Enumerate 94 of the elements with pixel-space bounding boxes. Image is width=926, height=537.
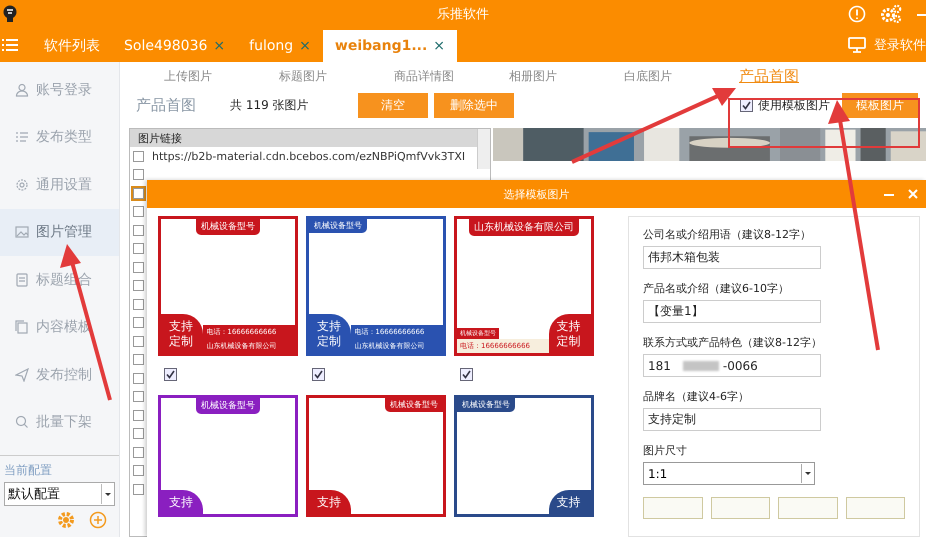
info-icon[interactable] bbox=[848, 4, 866, 22]
template-thumbnail[interactable]: 机械设备型号 支持 bbox=[158, 395, 298, 517]
template-tag: 机械设备型号 bbox=[196, 398, 260, 414]
panel-button[interactable] bbox=[778, 497, 838, 519]
scrollbar[interactable] bbox=[477, 129, 490, 169]
template-badge: 支持定制 bbox=[161, 314, 204, 353]
row-checkbox[interactable] bbox=[133, 262, 144, 273]
field-label: 品牌名（建议4-6字） bbox=[643, 389, 750, 404]
row-checkbox[interactable] bbox=[133, 280, 144, 292]
tab[interactable]: 软件列表 bbox=[32, 30, 112, 62]
sidebar-item[interactable]: 发布类型 bbox=[0, 114, 119, 161]
field-label: 图片尺寸 bbox=[643, 443, 688, 458]
row-checkbox[interactable] bbox=[133, 465, 144, 476]
size-dropdown[interactable]: 1:1 bbox=[643, 462, 815, 485]
list-icon bbox=[15, 130, 29, 144]
monitor-icon[interactable] bbox=[848, 36, 866, 52]
tab[interactable]: 相册图片 bbox=[509, 68, 624, 84]
template-tag: 机械设备型号 bbox=[309, 219, 367, 233]
sidebar-item[interactable]: 发布控制 bbox=[0, 351, 119, 398]
search-icon bbox=[15, 415, 29, 430]
row-checkbox[interactable] bbox=[133, 206, 144, 218]
table-cell: https://b2b-material.cdn.bcebos.com/ezNBPiQmfVvk3TXI bbox=[152, 150, 466, 163]
dialog-title: 选择模板图片 bbox=[504, 186, 570, 202]
tab[interactable]: 上传图片 bbox=[164, 68, 279, 84]
toolbar-button[interactable]: 删除选中 bbox=[434, 92, 514, 118]
template-badge: 支持定制 bbox=[309, 314, 352, 353]
gear-icon bbox=[15, 178, 29, 192]
panel-button[interactable] bbox=[710, 497, 770, 519]
row-checkbox[interactable] bbox=[133, 224, 144, 236]
template-tag: 机械设备型号 bbox=[385, 398, 443, 412]
template-tag: 山东机械设备有限公司 bbox=[469, 219, 579, 236]
tab[interactable]: 标题图片 bbox=[279, 68, 394, 84]
add-icon[interactable] bbox=[89, 511, 107, 529]
field-label: 公司名或介绍用语（建议8-12字） bbox=[643, 227, 812, 242]
row-checkbox[interactable] bbox=[133, 150, 144, 162]
panel-button[interactable] bbox=[846, 497, 905, 519]
app-logo-icon bbox=[2, 4, 18, 22]
checkbox[interactable] bbox=[460, 368, 473, 381]
row-checkbox[interactable] bbox=[133, 169, 144, 180]
tab[interactable]: Sole498036 × bbox=[112, 30, 238, 62]
template-badge: 支持 bbox=[548, 490, 591, 514]
field-label: 联系方式或产品特色（建议8-12字） bbox=[643, 335, 823, 350]
template-badge: 支持定制 bbox=[548, 314, 591, 353]
tab[interactable]: weibang1... × bbox=[322, 30, 458, 62]
window-title: 乐推软件 bbox=[437, 6, 489, 22]
template-thumbnail[interactable]: 机械设备型号 支持 bbox=[306, 395, 446, 517]
tab[interactable]: 商品详情图 bbox=[394, 68, 509, 84]
send-icon bbox=[15, 368, 29, 382]
tab[interactable]: 产品首图 bbox=[739, 66, 854, 86]
config-label: 当前配置 bbox=[4, 462, 53, 479]
tab[interactable]: fulong × bbox=[237, 30, 323, 62]
input-field[interactable]: 伟邦木箱包装 bbox=[643, 246, 821, 269]
row-checkbox[interactable] bbox=[133, 391, 144, 402]
row-checkbox[interactable] bbox=[133, 336, 144, 347]
close-icon[interactable] bbox=[908, 188, 918, 200]
row-checkbox[interactable] bbox=[133, 446, 144, 458]
sidebar-item[interactable]: 批量下架 bbox=[0, 398, 119, 446]
row-checkbox[interactable] bbox=[133, 410, 144, 421]
column-header: 图片链接 bbox=[138, 130, 182, 146]
user-icon bbox=[15, 82, 29, 97]
row-checkbox[interactable] bbox=[133, 484, 144, 495]
field-label: 产品名或介绍（建议6-10字） bbox=[643, 281, 790, 296]
row-checkbox[interactable] bbox=[133, 317, 144, 328]
template-badge: 支持 bbox=[309, 490, 352, 514]
sidebar-item[interactable]: 通用设置 bbox=[0, 161, 119, 208]
template-tag: 机械设备型号 bbox=[196, 219, 260, 235]
checkbox[interactable] bbox=[312, 368, 325, 381]
tab[interactable]: 白底图片 bbox=[624, 68, 739, 84]
template-badge: 支持 bbox=[161, 490, 204, 514]
image-count: 共 119 张图片 bbox=[230, 96, 310, 114]
input-field[interactable]: 【变量1】 bbox=[643, 300, 821, 323]
document-icon bbox=[15, 272, 29, 287]
row-checkbox[interactable] bbox=[133, 428, 144, 440]
panel-button[interactable] bbox=[643, 497, 702, 519]
checkbox[interactable] bbox=[164, 368, 177, 381]
image-icon bbox=[15, 225, 29, 240]
settings-icon[interactable] bbox=[57, 511, 75, 529]
sidebar-item[interactable]: 账号登录 bbox=[0, 66, 119, 114]
row-checkbox[interactable] bbox=[133, 298, 144, 310]
row-checkbox[interactable] bbox=[133, 243, 144, 254]
row-checkbox[interactable] bbox=[133, 354, 144, 366]
input-field[interactable]: 支持定制 bbox=[643, 408, 821, 431]
sidebar-item[interactable]: 图片管理 bbox=[0, 208, 119, 256]
section-title: 产品首图 bbox=[136, 96, 197, 114]
input-field[interactable]: 181 -0066 bbox=[643, 354, 821, 377]
config-dropdown[interactable]: 默认配置 bbox=[4, 482, 115, 506]
toolbar-button[interactable]: 清空 bbox=[358, 92, 428, 118]
template-thumbnail[interactable]: 机械设备型号 支持 bbox=[454, 395, 594, 517]
copy-icon bbox=[15, 320, 29, 334]
template-tag: 机械设备型号 bbox=[457, 398, 515, 412]
login-link[interactable]: 登录软件 bbox=[874, 36, 926, 54]
settings-icon[interactable] bbox=[880, 4, 902, 24]
row-checkbox[interactable] bbox=[133, 372, 144, 384]
menu-icon[interactable] bbox=[2, 38, 18, 52]
